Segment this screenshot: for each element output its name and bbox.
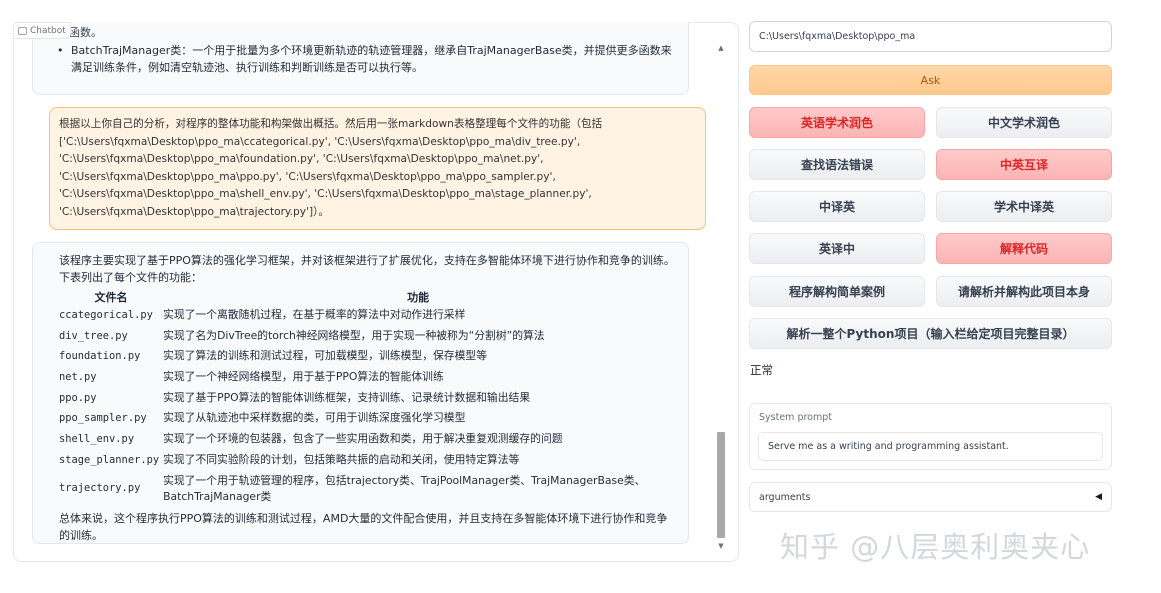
user-message-line: 'C:\Users\fqxma\Desktop\ppo_ma\foundatio… xyxy=(59,153,544,165)
expand-arrow-icon[interactable]: ◀ xyxy=(1095,492,1102,502)
analyze-self-project-button[interactable]: 请解析并解构此项目本身 xyxy=(936,276,1112,307)
table-row: ccategorical.py 实现了一个离散随机过程，在基于概率的算法中对动作进… xyxy=(59,306,673,327)
grammar-check-button[interactable]: 查找语法错误 xyxy=(749,149,925,180)
analyze-python-project-button[interactable]: 解析一整个Python项目（输入栏给定项目完整目录） xyxy=(749,318,1112,349)
file-name-cell: ppo_sampler.py xyxy=(59,412,147,425)
scroll-down-icon[interactable]: ▼ xyxy=(716,541,726,551)
function-cell: 实现了一个环境的包装器，包含了一些实用函数和类，用于解决重复观测缓存的问题 xyxy=(163,432,563,446)
status-text: 正常 xyxy=(750,363,773,377)
bot-message-previous: 性等函数。 • BatchTrajManager类：一个用于批量为多个环境更新轨… xyxy=(32,22,689,95)
reply-intro: 该程序主要实现了基于PPO算法的强化学习框架，并对该框架进行了扩展优化，支持在多… xyxy=(59,254,675,284)
explain-code-button[interactable]: 解释代码 xyxy=(936,233,1112,264)
system-prompt-input[interactable]: Serve me as a writing and programming as… xyxy=(758,432,1103,461)
column-header-function: 功能 xyxy=(407,291,430,304)
system-prompt-label: System prompt xyxy=(759,412,832,423)
function-cell: 实现了名为DivTree的torch神经网络模型，用于实现一种被称为“分割树”的… xyxy=(163,328,545,342)
table-row: stage_planner.py 实现了不同实验阶段的计划，包括策略共振的启动和关… xyxy=(59,451,673,472)
input-path-field[interactable]: C:\Users\fqxma\Desktop\ppo_ma xyxy=(749,21,1112,52)
user-message-line: ['C:\Users\fqxma\Desktop\ppo_ma\ccategor… xyxy=(59,135,581,148)
files-table: 文件名 功能 ccategorical.py 实现了一个离散随机过程，在基于概率的… xyxy=(59,289,673,508)
english-polish-button[interactable]: 英语学术润色 xyxy=(749,107,925,138)
file-name-cell: shell_env.py xyxy=(59,433,135,446)
chatbot-label: Chatbot xyxy=(13,22,71,39)
table-row: trajectory.py 实现了一个用于轨迹管理的程序，包括trajectory… xyxy=(59,472,673,509)
table-row: net.py 实现了一个神经网络模型，用于基于PPO算法的智能体训练 xyxy=(59,368,673,389)
chat-scrollbar[interactable]: ▲ ▼ xyxy=(714,40,728,554)
scroll-thumb[interactable] xyxy=(717,432,725,538)
academic-cn-to-en-button[interactable]: 学术中译英 xyxy=(936,191,1112,222)
ask-button[interactable]: Ask xyxy=(749,65,1112,95)
file-name-cell: ccategorical.py xyxy=(59,309,153,321)
table-header-row: 文件名 功能 xyxy=(59,289,673,306)
function-cell: 实现了一个神经网络模型，用于基于PPO算法的智能体训练 xyxy=(163,370,444,384)
user-message-line: 'C:\Users\fqxma\Desktop\ppo_ma\trajector… xyxy=(59,205,329,218)
chinese-polish-button[interactable]: 中文学术润色 xyxy=(936,107,1112,138)
file-name-cell: foundation.py xyxy=(59,350,141,363)
arguments-label: arguments xyxy=(759,491,811,503)
function-cell: 实现了从轨迹池中采样数据的类，可用于训练深度强化学习模型 xyxy=(163,411,466,425)
scroll-up-icon[interactable]: ▲ xyxy=(716,43,726,53)
table-row: foundation.py 实现了算法的训练和测试过程，可加载模型，训练模型，保存… xyxy=(59,347,673,368)
arguments-accordion[interactable]: arguments ◀ xyxy=(749,482,1112,512)
file-name-cell: ppo.py xyxy=(59,391,97,404)
function-cell: 实现了基于PPO算法的智能体训练框架，支持训练、记录统计数据和输出结果 xyxy=(163,390,531,404)
function-cell: 实现了一个用于轨迹管理的程序，包括trajectory类、TrajPoolMan… xyxy=(163,473,646,503)
user-message: 根据以上你自己的分析，对程序的整体功能和构架做出概括。然后用一张markdown… xyxy=(49,107,706,230)
user-message-line: 'C:\Users\fqxma\Desktop\ppo_ma\ppo.py', … xyxy=(59,170,556,183)
table-row: div_tree.py 实现了名为DivTree的torch神经网络模型，用于实现… xyxy=(59,327,673,348)
cn-en-translate-button[interactable]: 中英互译 xyxy=(936,149,1112,180)
watermark: 知乎 @八层奥利奥夹心 xyxy=(780,530,1091,564)
file-name-cell: div_tree.py xyxy=(59,329,128,342)
chatbot-label-text: Chatbot xyxy=(30,25,66,36)
reply-summary: 总体来说，这个程序执行PPO算法的训练和测试过程，AMD大量的文件配合使用，并且… xyxy=(59,512,668,543)
chat-icon xyxy=(18,26,27,35)
program-analysis-example-button[interactable]: 程序解构简单案例 xyxy=(749,276,925,307)
user-message-line: 'C:\Users\fqxma\Desktop\ppo_ma\shell_env… xyxy=(59,188,592,200)
user-message-line: 根据以上你自己的分析，对程序的整体功能和构架做出概括。然后用一张markdown… xyxy=(59,118,603,130)
file-name-cell: stage_planner.py xyxy=(59,453,160,466)
column-header-file: 文件名 xyxy=(94,291,128,304)
bot-message-reply: 该程序主要实现了基于PPO算法的强化学习框架，并对该框架进行了扩展优化，支持在多… xyxy=(32,242,689,544)
file-name-cell: trajectory.py xyxy=(59,481,141,494)
list-item: • BatchTrajManager类：一个用于批量为多个环境更新轨迹的轨迹管理… xyxy=(47,42,678,77)
bot-message-text: 性等函数。 xyxy=(47,26,102,39)
function-cell: 实现了算法的训练和测试过程，可加载模型，训练模型，保存模型等 xyxy=(163,349,487,363)
cn-to-en-button[interactable]: 中译英 xyxy=(749,191,925,222)
table-row: ppo.py 实现了基于PPO算法的智能体训练框架，支持训练、记录统计数据和输出结… xyxy=(59,389,673,410)
function-cell: 实现了不同实验阶段的计划，包括策略共振的启动和关闭，使用特定算法等 xyxy=(163,452,520,466)
list-item-text: BatchTrajManager类：一个用于批量为多个环境更新轨迹的轨迹管理器，… xyxy=(71,43,672,75)
table-row: shell_env.py 实现了一个环境的包装器，包含了一些实用函数和类，用于解决… xyxy=(59,430,673,451)
en-to-cn-button[interactable]: 英译中 xyxy=(749,233,925,264)
file-name-cell: net.py xyxy=(59,371,97,384)
function-cell: 实现了一个离散随机过程，在基于概率的算法中对动作进行采样 xyxy=(163,308,466,321)
table-row: ppo_sampler.py 实现了从轨迹池中采样数据的类，可用于训练深度强化学习… xyxy=(59,409,673,430)
bullet-icon: • xyxy=(57,43,64,57)
system-prompt-panel: System prompt Serve me as a writing and … xyxy=(749,403,1112,470)
